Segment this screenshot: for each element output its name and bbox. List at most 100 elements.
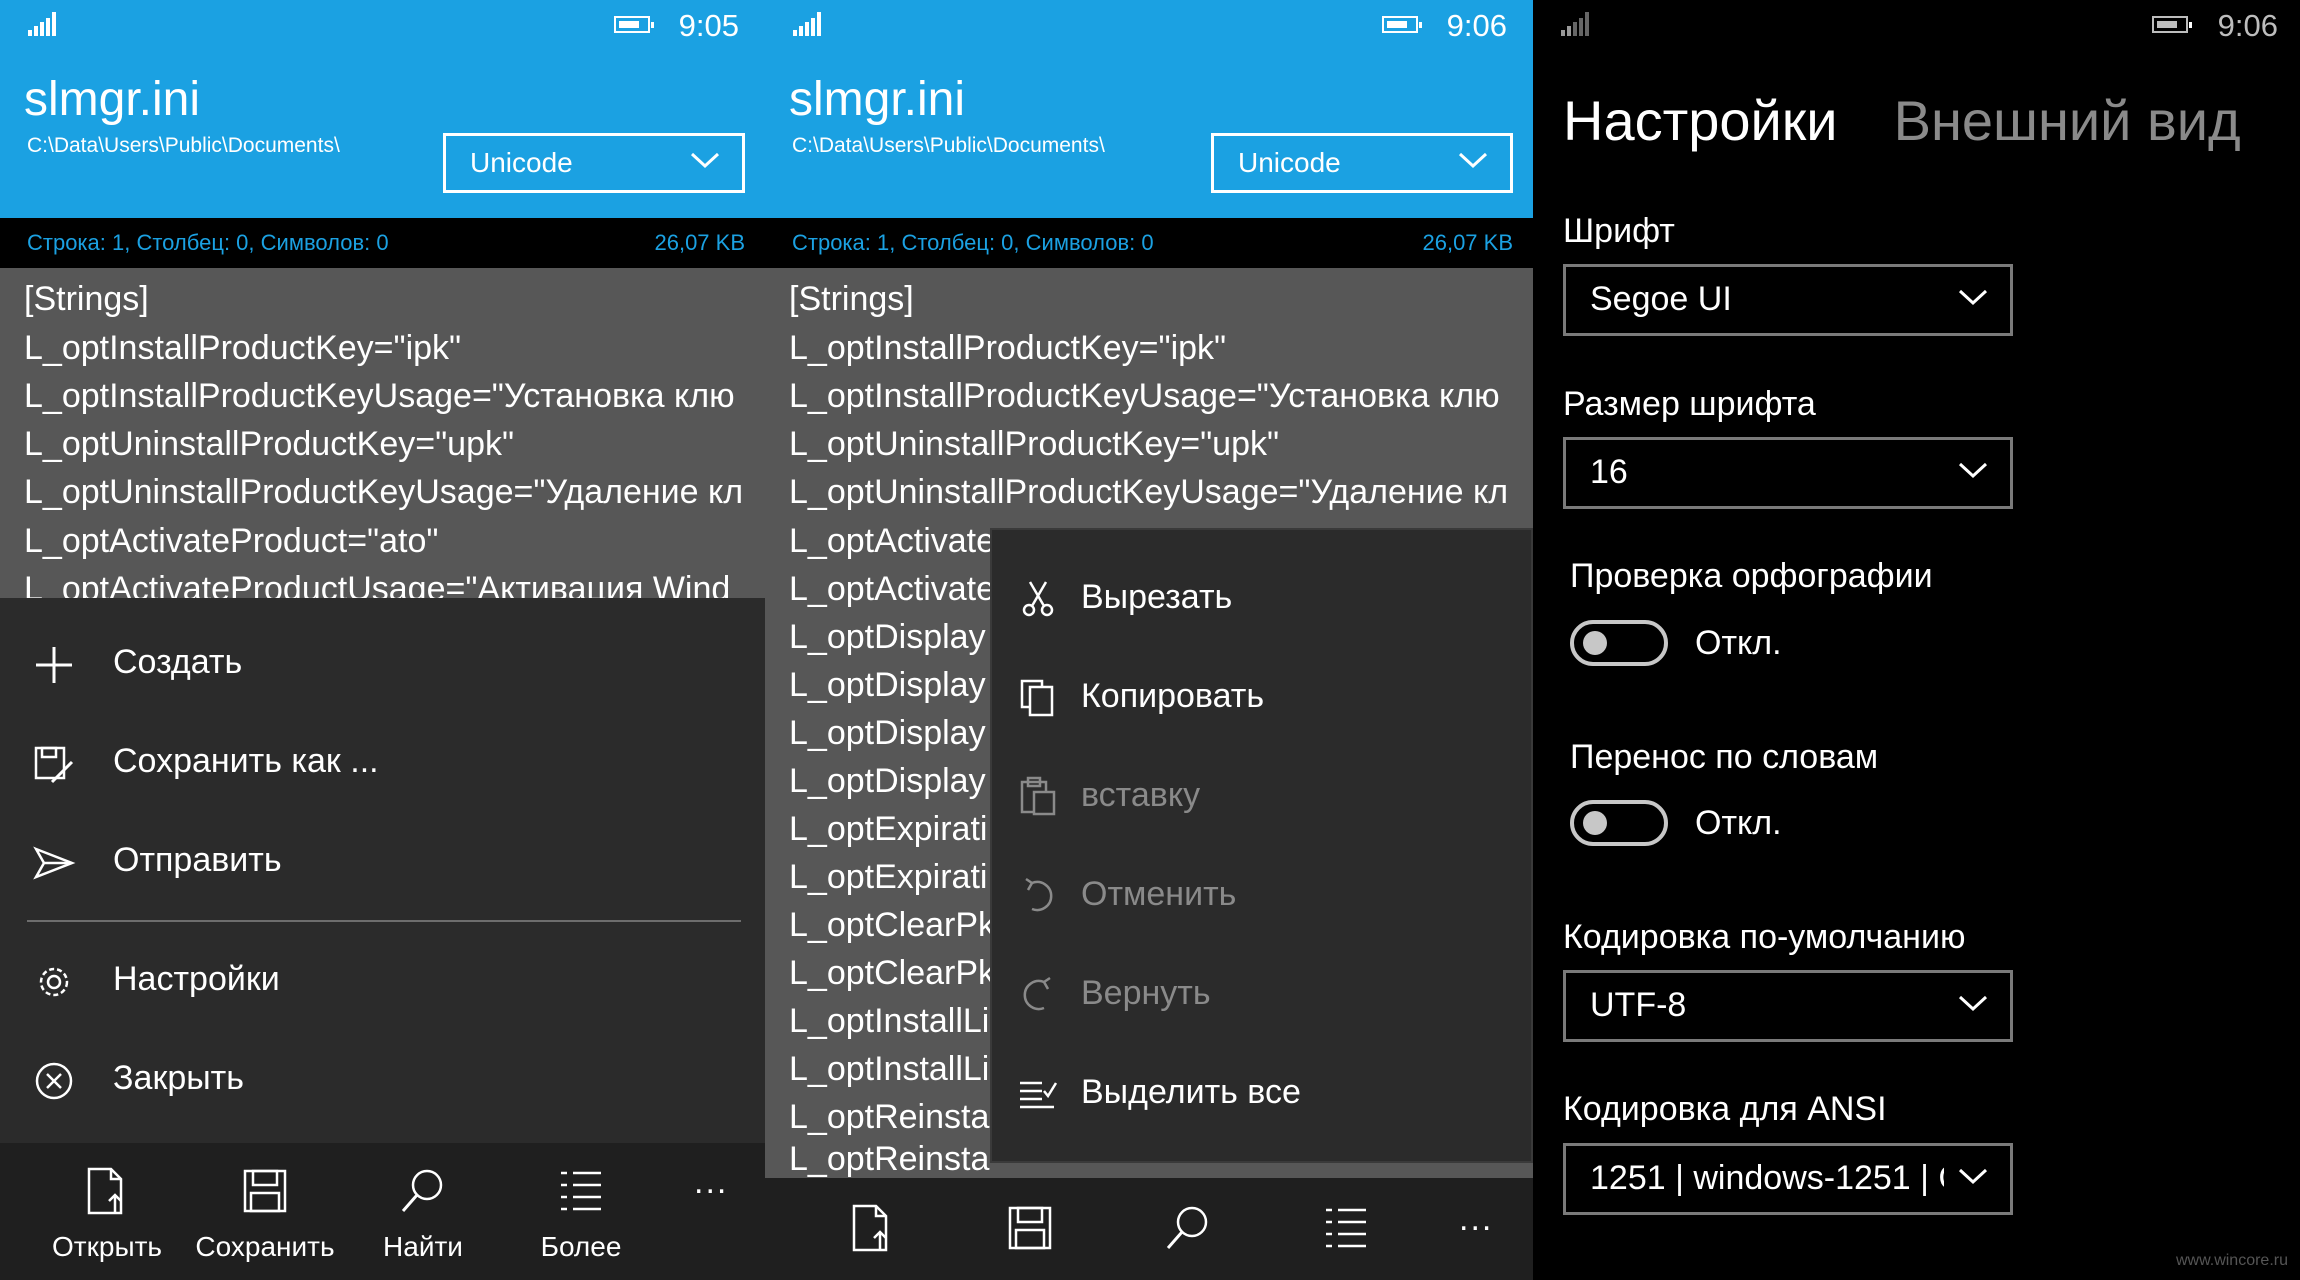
select-all-icon: [1020, 1081, 1058, 1109]
word-wrap-state: Откл.: [1695, 804, 1782, 842]
pivot-tab-settings[interactable]: Настройки: [1563, 89, 1838, 152]
pivot-tab-appearance[interactable]: Внешний вид: [1894, 89, 2241, 152]
encoding-dropdown[interactable]: Unicode: [1211, 133, 1513, 193]
phone-screen-menu: 9:05 slmgr.ini C:\Data\Users\Public\Docu…: [0, 0, 765, 1280]
default-encoding-label: Кодировка по-умолчанию: [1563, 918, 1966, 956]
chevron-down-icon: [1958, 1166, 1988, 1186]
signal-icon: [28, 12, 56, 36]
file-path: C:\Data\Users\Public\Documents\: [792, 134, 1105, 157]
editor-line: L_optActivateProduct="ato": [24, 522, 439, 560]
encoding-value: Unicode: [1238, 147, 1341, 178]
menu-item-send[interactable]: Отправить: [0, 813, 765, 911]
editor-line: L_optReinsta: [789, 1098, 990, 1136]
menu-item-settings[interactable]: Настройки: [0, 932, 765, 1030]
more-label: Более: [540, 1231, 622, 1262]
battery-icon: [614, 16, 654, 33]
editor-line: L_optInstallLi: [789, 1002, 990, 1040]
menu-item-save-as[interactable]: Сохранить как ...: [0, 714, 765, 812]
battery-icon: [2152, 16, 2192, 33]
word-wrap-toggle[interactable]: [1570, 800, 1668, 846]
find-button[interactable]: [1109, 1178, 1267, 1280]
redo-label: Вернуть: [1081, 974, 1211, 1012]
scissors-icon: [1022, 581, 1054, 617]
app-header: 9:06 slmgr.ini C:\Data\Users\Public\Docu…: [765, 0, 1533, 218]
search-icon: [401, 1169, 443, 1212]
select-all-menu-item[interactable]: Выделить все: [992, 1045, 1531, 1144]
copy-label: Копировать: [1081, 677, 1265, 715]
more-button[interactable]: [1267, 1178, 1425, 1280]
font-size-label: Размер шрифта: [1563, 385, 1816, 423]
ellipsis-button[interactable]: ...: [694, 1163, 728, 1202]
paste-menu-item[interactable]: вставку: [992, 748, 1531, 847]
default-encoding-dropdown[interactable]: UTF-8: [1563, 970, 2013, 1042]
list-icon: [1326, 1208, 1366, 1248]
cut-menu-item[interactable]: Вырезать: [992, 550, 1531, 649]
editor-line: L_optInstallProductKeyUsage="Установка к…: [24, 377, 735, 415]
chevron-down-icon: [1958, 995, 1988, 1012]
save-icon: [243, 1169, 287, 1213]
status-time: 9:06: [1446, 8, 1507, 43]
editor-line: [Strings]: [24, 280, 149, 318]
chevron-down-icon: [1958, 462, 1988, 479]
status-bar: 9:06: [1533, 0, 2300, 50]
encoding-dropdown[interactable]: Unicode: [443, 133, 745, 193]
menu-item-label: Отправить: [113, 841, 282, 879]
undo-menu-item[interactable]: Отменить: [992, 847, 1531, 946]
default-encoding-value: UTF-8: [1590, 986, 1687, 1024]
editor-line: L_optDisplay: [789, 714, 986, 752]
editor-line: L_optReinsta: [789, 1140, 990, 1178]
save-as-icon: [34, 746, 74, 784]
save-button[interactable]: Сохранить: [186, 1143, 344, 1280]
open-file-icon: [87, 1167, 123, 1215]
editor-line: L_optActivate: [789, 570, 996, 608]
spellcheck-label: Проверка орфографии: [1570, 557, 1933, 595]
search-icon: [1166, 1206, 1208, 1249]
copy-menu-item[interactable]: Копировать: [992, 649, 1531, 748]
gear-icon: [39, 967, 69, 997]
editor-line: L_optUninstallProductKeyUsage="Удаление …: [789, 473, 1509, 511]
open-label: Открыть: [52, 1231, 162, 1262]
menu-item-close[interactable]: Закрыть: [0, 1031, 765, 1129]
find-button[interactable]: Найти: [344, 1143, 502, 1280]
ellipsis-button[interactable]: ...: [1459, 1200, 1493, 1239]
word-wrap-label: Перенос по словам: [1570, 738, 1879, 776]
file-size: 26,07 KB: [654, 230, 745, 255]
open-button[interactable]: Открыть: [28, 1143, 186, 1280]
app-bar: ...: [765, 1178, 1533, 1280]
editor-line: L_optUninstallProductKey="upk": [24, 425, 515, 463]
file-name: slmgr.ini: [24, 73, 201, 126]
plus-icon: [36, 647, 72, 683]
app-bar: Открыть Сохранить Найти Более ...: [0, 1143, 765, 1280]
status-time: 9:05: [678, 8, 739, 43]
chevron-down-icon: [1458, 152, 1488, 169]
cut-label: Вырезать: [1081, 578, 1233, 616]
info-bar: Строка: 1, Столбец: 0, Символов: 0 26,07…: [765, 218, 1533, 268]
menu-item-create[interactable]: Создать: [0, 615, 765, 713]
app-header: 9:05 slmgr.ini C:\Data\Users\Public\Docu…: [0, 0, 765, 218]
editor-line: L_optExpirati: [789, 810, 988, 848]
font-value: Segoe UI: [1590, 280, 1732, 318]
undo-label: Отменить: [1081, 875, 1237, 913]
save-button[interactable]: [951, 1178, 1109, 1280]
editor-line: L_optClearPk: [789, 906, 996, 944]
more-button[interactable]: Более: [502, 1143, 660, 1280]
menu-item-label: Настройки: [113, 960, 280, 998]
font-dropdown[interactable]: Segoe UI: [1563, 264, 2013, 336]
spellcheck-state: Откл.: [1695, 624, 1782, 662]
editor-line: L_optInstallProductKey="ipk": [24, 329, 462, 367]
spellcheck-toggle[interactable]: [1570, 620, 1668, 666]
editor-line: L_optUninstallProductKey="upk": [789, 425, 1280, 463]
font-label: Шрифт: [1563, 212, 1675, 250]
cursor-info: Строка: 1, Столбец: 0, Символов: 0: [27, 230, 389, 255]
editor-line: L_optDisplay: [789, 762, 986, 800]
find-label: Найти: [383, 1231, 463, 1262]
copy-icon: [1020, 679, 1054, 717]
open-button[interactable]: [793, 1178, 951, 1280]
watermark: www.wincore.ru: [2175, 1252, 2288, 1269]
file-path: C:\Data\Users\Public\Documents\: [27, 134, 340, 157]
font-size-dropdown[interactable]: 16: [1563, 437, 2013, 509]
redo-menu-item[interactable]: Вернуть: [992, 946, 1531, 1045]
ansi-encoding-dropdown[interactable]: 1251 | windows-1251 | Cyrillic: [1563, 1143, 2013, 1215]
paste-icon: [1020, 776, 1056, 816]
signal-icon: [1561, 12, 1589, 36]
